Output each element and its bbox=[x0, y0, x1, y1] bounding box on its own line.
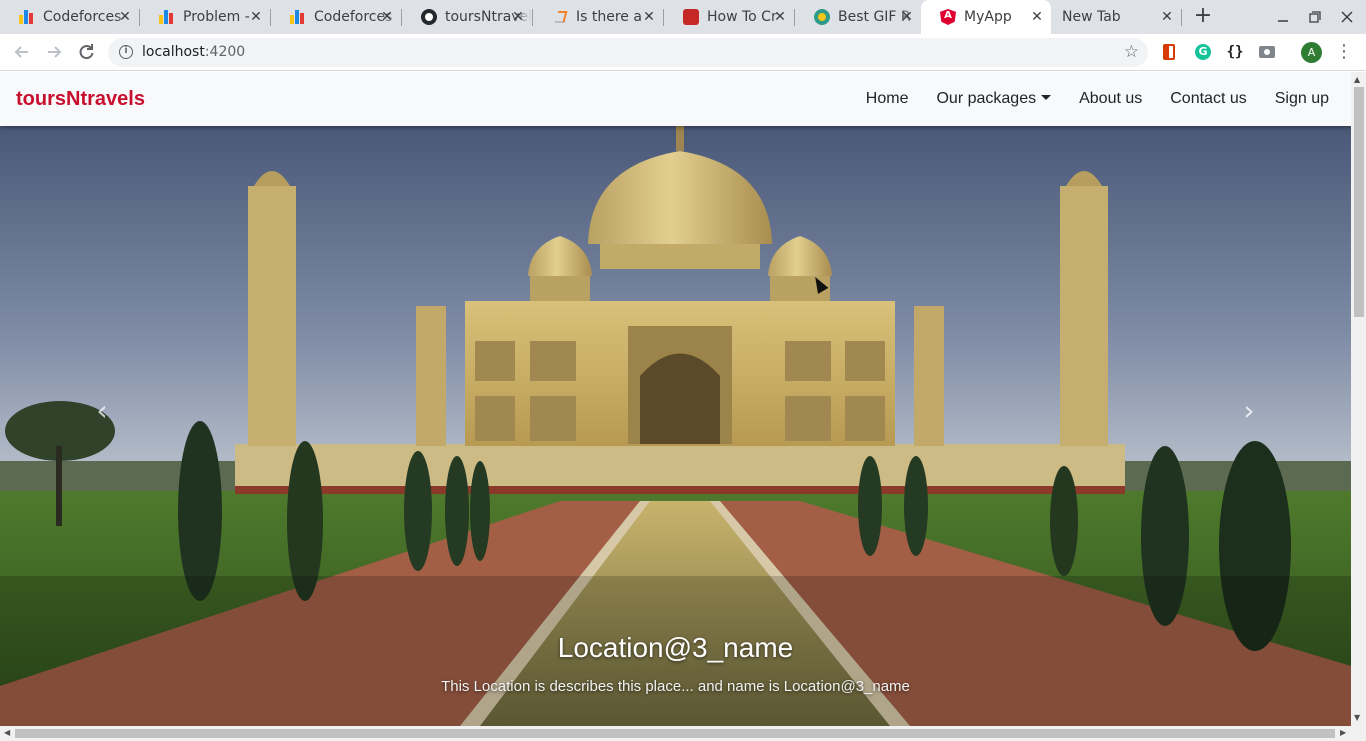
close-tab-icon[interactable]: ✕ bbox=[510, 9, 526, 25]
reload-icon bbox=[79, 44, 94, 60]
horizontal-scrollbar[interactable]: ◀ ▶ bbox=[0, 726, 1366, 741]
close-tab-icon[interactable]: ✕ bbox=[772, 9, 788, 25]
carousel-caption-title: Location@3_name bbox=[557, 632, 794, 663]
close-icon bbox=[1341, 11, 1353, 23]
github-icon bbox=[421, 9, 437, 25]
codeforces-icon bbox=[290, 9, 306, 25]
json-formatter-extension-icon[interactable]: {} bbox=[1225, 42, 1245, 62]
browser-toolbar: i localhost:4200 ☆ G {} A ⋮ bbox=[0, 34, 1366, 71]
brand-logo[interactable]: toursNtravels bbox=[16, 88, 145, 111]
forward-button[interactable] bbox=[42, 40, 66, 64]
tab-separator bbox=[1181, 9, 1182, 26]
stackoverflow-icon bbox=[552, 9, 568, 25]
scroll-up-icon[interactable]: ▲ bbox=[1354, 75, 1360, 84]
browser-tab[interactable]: Codeforces ✕ bbox=[271, 0, 401, 34]
hero-carousel: ‹ › Location@3_name This Location is des… bbox=[0, 126, 1351, 726]
carousel-prev-button[interactable]: ‹ bbox=[82, 391, 122, 431]
scroll-right-icon[interactable]: ▶ bbox=[1340, 728, 1346, 737]
nav-about-link[interactable]: About us bbox=[1079, 90, 1142, 108]
arrow-right-icon bbox=[48, 46, 62, 58]
url-port: :4200 bbox=[204, 44, 246, 60]
close-window-button[interactable] bbox=[1336, 6, 1358, 28]
chevron-right-icon: › bbox=[1243, 394, 1255, 427]
close-tab-icon[interactable]: ✕ bbox=[117, 9, 133, 25]
profile-avatar[interactable]: A bbox=[1301, 42, 1322, 63]
browser-tab[interactable]: Is there a ✕ bbox=[533, 0, 663, 34]
new-tab-button[interactable]: + bbox=[1190, 4, 1216, 30]
browser-tab-strip: Codeforces ✕ Problem - ✕ Codeforces ✕ to… bbox=[0, 0, 1366, 34]
browser-tab[interactable]: toursNtravels ✕ bbox=[402, 0, 532, 34]
address-url: localhost:4200 bbox=[142, 44, 245, 60]
restore-icon bbox=[1309, 11, 1321, 23]
nav-home-link[interactable]: Home bbox=[866, 90, 909, 108]
address-bar[interactable]: i localhost:4200 ☆ bbox=[108, 38, 1148, 67]
reload-button[interactable] bbox=[74, 40, 98, 64]
vertical-scroll-thumb[interactable] bbox=[1354, 87, 1364, 317]
arrow-left-icon bbox=[14, 46, 28, 58]
minimize-icon bbox=[1278, 20, 1288, 22]
scroll-down-icon[interactable]: ▼ bbox=[1354, 713, 1360, 722]
caret-down-icon bbox=[1041, 95, 1052, 100]
close-tab-icon[interactable]: ✕ bbox=[1029, 9, 1045, 25]
horizontal-scroll-thumb[interactable] bbox=[15, 729, 1335, 738]
page-viewport: toursNtravels Home Our packages About us… bbox=[0, 72, 1351, 726]
close-tab-icon[interactable]: ✕ bbox=[641, 9, 657, 25]
grammarly-extension-icon[interactable]: G bbox=[1195, 44, 1211, 60]
office-extension-icon[interactable] bbox=[1163, 44, 1175, 60]
nav-contact-link[interactable]: Contact us bbox=[1170, 90, 1246, 108]
screenshot-extension-icon[interactable] bbox=[1259, 46, 1275, 58]
chevron-left-icon: ‹ bbox=[96, 394, 108, 427]
browser-tab[interactable]: How To Cr ✕ bbox=[664, 0, 794, 34]
browser-tab[interactable]: New Tab ✕ bbox=[1051, 0, 1181, 34]
bookmark-star-icon[interactable]: ☆ bbox=[1124, 42, 1139, 62]
close-tab-icon[interactable]: ✕ bbox=[899, 9, 915, 25]
back-button[interactable] bbox=[10, 40, 34, 64]
nav-packages-label: Our packages bbox=[936, 90, 1037, 107]
nav-links: Home Our packages About us Contact us Si… bbox=[852, 72, 1343, 126]
minimize-window-button[interactable] bbox=[1272, 6, 1294, 28]
site-info-icon[interactable]: i bbox=[119, 45, 133, 59]
nav-packages-dropdown[interactable]: Our packages bbox=[936, 90, 1052, 108]
close-tab-icon[interactable]: ✕ bbox=[1159, 9, 1175, 25]
close-tab-icon[interactable]: ✕ bbox=[379, 9, 395, 25]
browser-tab[interactable]: Codeforces ✕ bbox=[0, 0, 139, 34]
browser-tab-active[interactable]: MyApp ✕ bbox=[921, 0, 1051, 34]
app-navbar: toursNtravels Home Our packages About us… bbox=[0, 72, 1351, 126]
nav-signup-link[interactable]: Sign up bbox=[1275, 90, 1329, 108]
vertical-scrollbar[interactable]: ▲ ▼ bbox=[1351, 72, 1366, 726]
carousel-next-button[interactable]: › bbox=[1229, 391, 1269, 431]
close-tab-icon[interactable]: ✕ bbox=[248, 9, 264, 25]
angular-icon bbox=[940, 9, 956, 25]
gif-icon bbox=[814, 9, 830, 25]
restore-window-button[interactable] bbox=[1304, 6, 1326, 28]
codeforces-icon bbox=[19, 9, 35, 25]
browser-tab[interactable]: Problem - ✕ bbox=[140, 0, 270, 34]
howtocreate-icon bbox=[683, 9, 699, 25]
browser-menu-button[interactable]: ⋮ bbox=[1335, 41, 1353, 63]
browser-tab[interactable]: Best GIF R ✕ bbox=[795, 0, 921, 34]
carousel-caption-text: This Location is describes this place...… bbox=[441, 678, 910, 695]
url-host: localhost bbox=[142, 44, 205, 60]
codeforces-icon bbox=[159, 9, 175, 25]
scroll-left-icon[interactable]: ◀ bbox=[4, 728, 10, 737]
